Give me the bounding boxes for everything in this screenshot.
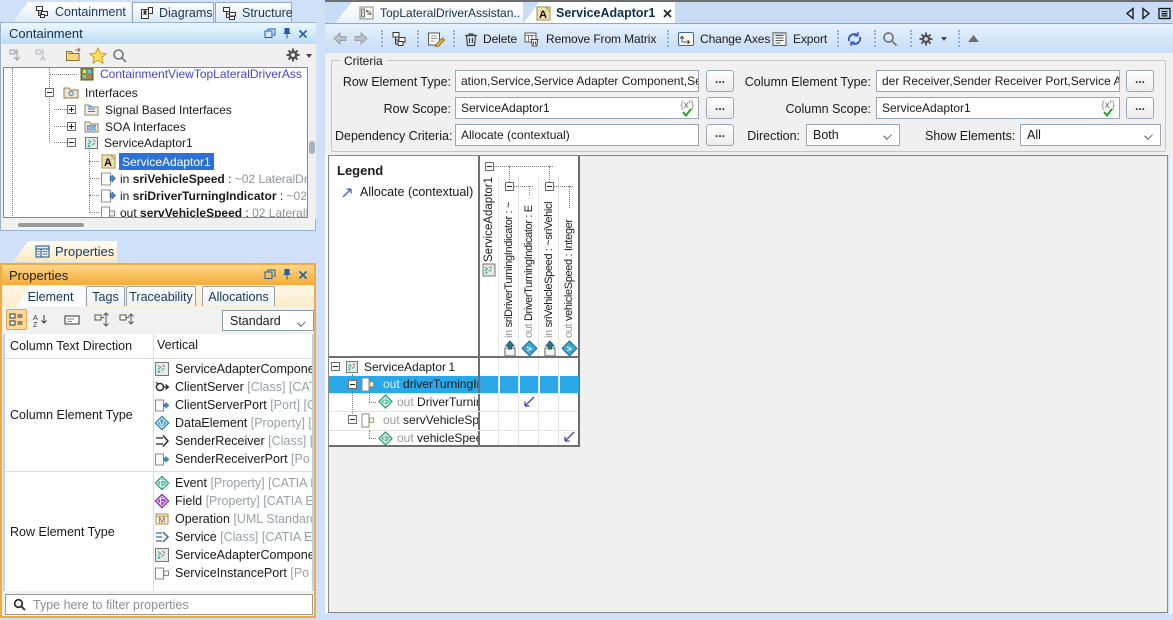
svg-text:E: E	[383, 434, 389, 444]
svg-text:V: V	[159, 419, 165, 429]
svg-text:SOA: SOA	[88, 126, 98, 131]
svg-text:A: A	[33, 315, 38, 322]
svg-text:>: >	[567, 344, 572, 354]
svg-text:Z: Z	[33, 322, 38, 327]
svg-text:A: A	[539, 9, 547, 21]
svg-text:F: F	[159, 497, 165, 507]
svg-text:E: E	[383, 397, 389, 407]
svg-text:A: A	[104, 157, 112, 169]
svg-text:E: E	[159, 479, 165, 489]
svg-text:M: M	[159, 516, 166, 525]
svg-text:>: >	[527, 344, 532, 354]
